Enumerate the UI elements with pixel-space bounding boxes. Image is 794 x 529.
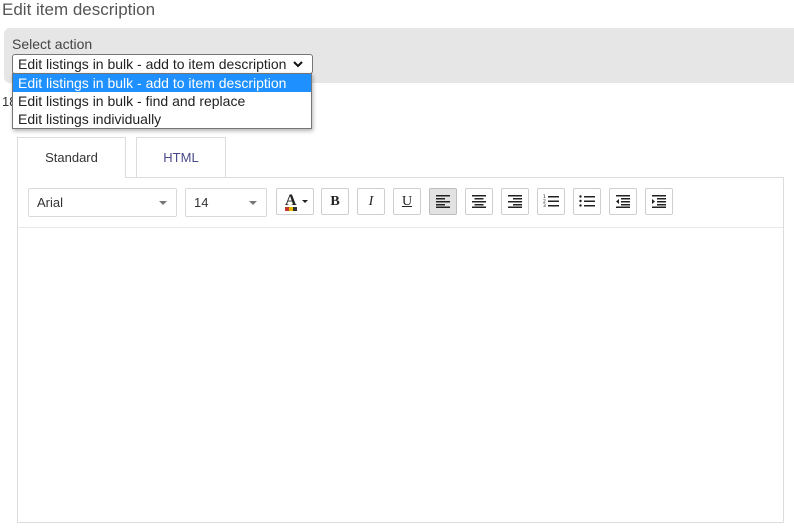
- action-select[interactable]: Edit listings in bulk - add to item desc…: [12, 54, 313, 74]
- bold-icon: B: [330, 194, 340, 209]
- underline-button[interactable]: U: [393, 188, 421, 215]
- svg-text:A: A: [285, 192, 297, 209]
- font-family-value: Arial: [37, 195, 64, 210]
- page-title: Edit item description: [2, 0, 156, 19]
- editor-toolbar: Arial 14 A B I U 1 2 3: [18, 178, 783, 228]
- align-center-button[interactable]: [465, 188, 493, 215]
- italic-icon: I: [368, 194, 374, 209]
- indent-icon: [652, 195, 666, 208]
- chevron-down-icon: [292, 56, 304, 72]
- caret-down-icon: [159, 201, 167, 205]
- dropdown-option[interactable]: Edit listings in bulk - find and replace: [13, 92, 311, 110]
- editor-content-area[interactable]: [18, 229, 783, 522]
- dropdown-option[interactable]: Edit listings individually: [13, 110, 311, 128]
- svg-text:3: 3: [543, 203, 546, 208]
- align-center-icon: [472, 195, 486, 208]
- caret-down-icon: [249, 201, 257, 205]
- align-right-button[interactable]: [501, 188, 529, 215]
- align-left-button[interactable]: [429, 188, 457, 215]
- tab-standard[interactable]: Standard: [17, 137, 126, 178]
- font-family-select[interactable]: Arial: [28, 188, 177, 217]
- outdent-button[interactable]: [609, 188, 637, 215]
- align-right-icon: [508, 195, 522, 208]
- editor: Arial 14 A B I U 1 2 3: [17, 177, 784, 523]
- underline-icon: U: [401, 194, 413, 209]
- action-select-value: Edit listings in bulk - add to item desc…: [18, 56, 287, 72]
- ordered-list-button[interactable]: 1 2 3: [537, 188, 565, 215]
- unordered-list-button[interactable]: [573, 188, 601, 215]
- ordered-list-icon: 1 2 3: [543, 194, 559, 208]
- text-color-icon: A: [285, 192, 308, 211]
- bold-button[interactable]: B: [321, 188, 349, 215]
- indent-button[interactable]: [645, 188, 673, 215]
- unordered-list-icon: [579, 195, 595, 207]
- tab-html[interactable]: HTML: [136, 137, 226, 177]
- select-action-label: Select action: [12, 36, 93, 52]
- outdent-icon: [616, 195, 630, 208]
- action-dropdown-list: Edit listings in bulk - add to item desc…: [12, 73, 312, 129]
- font-size-select[interactable]: 14: [185, 188, 267, 217]
- dropdown-option[interactable]: Edit listings in bulk - add to item desc…: [13, 74, 311, 92]
- hidden-count-text: 18: [2, 94, 12, 109]
- italic-button[interactable]: I: [357, 188, 385, 215]
- text-color-button[interactable]: A: [276, 188, 314, 215]
- align-left-icon: [436, 195, 450, 208]
- font-size-value: 14: [194, 195, 209, 210]
